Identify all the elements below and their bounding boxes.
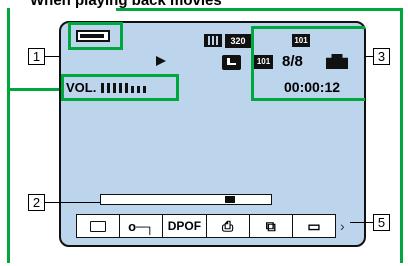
folder-icon: [90, 220, 107, 232]
resize-icon: ▭: [307, 217, 321, 234]
highlight-line-left: [7, 8, 10, 263]
dpof-button[interactable]: DPOF: [163, 215, 207, 237]
playback-progress-bar[interactable]: [100, 194, 272, 205]
play-icon: [156, 56, 166, 66]
highlight-line-right: [400, 8, 403, 263]
protect-key-icon: o─┐: [128, 218, 155, 234]
return-icon: [222, 55, 241, 70]
highlight-connector-left: [7, 88, 63, 91]
volume-bar: [101, 81, 161, 94]
callout-1-leader: [45, 56, 60, 58]
volume-label: VOL.: [66, 80, 97, 95]
callout-2: 2: [28, 194, 45, 211]
film-icon: [204, 34, 222, 47]
callout-5: 5: [373, 214, 390, 231]
callout-5-leader: [350, 222, 373, 224]
menu-bar: o─┐ DPOF ⎙ ⧉ ▭: [76, 214, 336, 238]
callout-1: 1: [28, 48, 45, 65]
print-button[interactable]: ⎙: [207, 215, 250, 237]
rotate-button[interactable]: ⧉: [250, 215, 293, 237]
resize-button[interactable]: ▭: [293, 215, 335, 237]
movie-size-badge: 320: [225, 34, 251, 48]
print-icon: ⎙: [222, 217, 234, 234]
folder-button[interactable]: [77, 215, 121, 237]
callout-3: 3: [373, 48, 390, 65]
callout-3-leader: [365, 56, 373, 58]
menu-more-chevron-icon[interactable]: ›: [340, 218, 345, 234]
battery-icon: [76, 30, 110, 42]
progress-knob[interactable]: [225, 196, 235, 203]
top-right-highlight: [251, 26, 365, 101]
callout-2-leader: [45, 202, 100, 204]
protect-button[interactable]: o─┐: [120, 215, 164, 237]
highlight-connector-top: [116, 8, 403, 11]
rotate-icon: ⧉: [265, 217, 276, 234]
